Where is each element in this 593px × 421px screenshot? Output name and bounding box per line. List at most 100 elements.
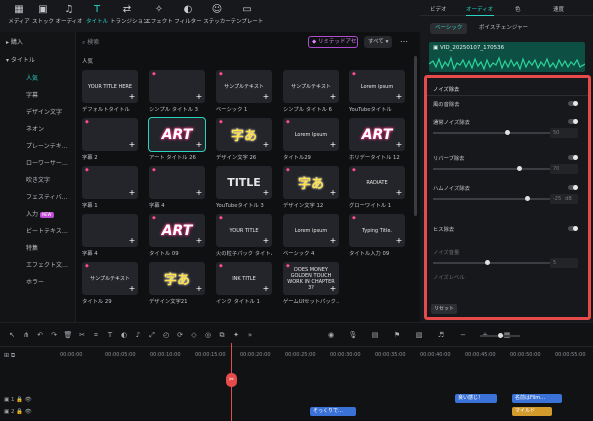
- sidebar-item-design-text[interactable]: デザイン文字: [0, 106, 76, 120]
- title-thumbnail[interactable]: Lorem Ipsum ◆ +: [283, 118, 339, 151]
- select-tool-icon[interactable]: ↖: [6, 329, 18, 341]
- slider-knob[interactable]: [517, 166, 523, 171]
- group-icon[interactable]: ⧉: [216, 329, 228, 341]
- add-icon[interactable]: +: [395, 237, 403, 245]
- keyframe-icon[interactable]: ◇: [188, 329, 200, 341]
- noise-value-field[interactable]: 5: [550, 258, 578, 268]
- toolbar-template[interactable]: ▭ テンプレート: [231, 3, 264, 31]
- title-thumbnail[interactable]: ART +: [349, 118, 405, 151]
- sidebar-item-neon[interactable]: ネオン: [0, 123, 76, 137]
- gallery-scrollbar[interactable]: [414, 56, 417, 216]
- title-tile[interactable]: ◆ + 字幕 4: [149, 166, 205, 211]
- title-thumbnail[interactable]: ART +: [148, 117, 206, 152]
- title-tile[interactable]: + 字幕 4: [82, 214, 138, 259]
- zoom-out-icon[interactable]: −: [457, 329, 469, 341]
- zoom-knob[interactable]: [498, 333, 503, 338]
- title-tile[interactable]: ◆ + 字幕 2: [82, 118, 138, 163]
- zoom-slider[interactable]: [480, 333, 520, 338]
- sidebar-item-effect-text[interactable]: エフェクト文…: [0, 259, 76, 273]
- add-icon[interactable]: +: [395, 93, 403, 101]
- sidebar-item-subtitle[interactable]: 字幕: [0, 89, 76, 103]
- more-options-icon[interactable]: ⋯: [398, 36, 410, 48]
- title-thumbnail[interactable]: サンプルテキスト +: [283, 70, 339, 103]
- noise-value-field[interactable]: 50: [550, 128, 578, 138]
- title-thumbnail[interactable]: ◆ +: [149, 166, 205, 199]
- more-icon[interactable]: »: [244, 329, 256, 341]
- title-tile[interactable]: ART + ホリデータイトル 12: [349, 118, 405, 163]
- toolbar-effect[interactable]: ✧ エフェクト: [145, 3, 173, 31]
- add-icon[interactable]: +: [262, 237, 270, 245]
- title-tile[interactable]: Lorem ipsum ◆ + YouTubeタイトル: [349, 70, 405, 115]
- noise-toggle[interactable]: [568, 119, 578, 124]
- noise-value-field[interactable]: 70: [550, 164, 578, 174]
- add-icon[interactable]: +: [128, 141, 136, 149]
- timeline-clip[interactable]: そっくりで…: [310, 407, 356, 416]
- tab-audio[interactable]: オーディオ: [466, 5, 493, 13]
- add-icon[interactable]: +: [262, 285, 270, 293]
- add-icon[interactable]: +: [195, 93, 203, 101]
- speed-icon[interactable]: ⟳: [174, 329, 186, 341]
- subtab-basic[interactable]: ベーシック: [430, 23, 468, 34]
- voice-icon[interactable]: ♬: [435, 329, 447, 341]
- add-icon[interactable]: +: [395, 189, 403, 197]
- add-icon[interactable]: +: [128, 285, 136, 293]
- redo-icon[interactable]: ↷: [48, 329, 60, 341]
- sidebar-item-callout[interactable]: 吹き文字: [0, 174, 76, 188]
- add-icon[interactable]: +: [329, 141, 337, 149]
- timer-icon[interactable]: ◴: [160, 329, 172, 341]
- title-tile[interactable]: ◆ + 字幕 1: [82, 166, 138, 211]
- color-icon[interactable]: ◐: [118, 329, 130, 341]
- render-icon[interactable]: ◉: [325, 329, 337, 341]
- mic-icon[interactable]: 🎙: [347, 329, 359, 341]
- reset-button[interactable]: リセット: [431, 304, 457, 314]
- noise-toggle[interactable]: [568, 226, 578, 231]
- text-icon[interactable]: T: [104, 329, 116, 341]
- title-tile[interactable]: RADIATE ◆ + グローワイトル 1: [349, 166, 405, 211]
- title-tile[interactable]: サンプルテキスト ◆ + ベーシック 1: [216, 70, 272, 115]
- title-thumbnail[interactable]: サンプルテキスト ◆ +: [82, 262, 138, 295]
- sidebar-item-beat-text[interactable]: ビートテキス…: [0, 225, 76, 239]
- add-icon[interactable]: +: [329, 93, 337, 101]
- undo-icon[interactable]: ↶: [34, 329, 46, 341]
- noise-slider[interactable]: [433, 166, 553, 171]
- add-icon[interactable]: +: [329, 237, 337, 245]
- sidebar-item-typing[interactable]: 入力 NEW: [0, 208, 76, 222]
- add-track-icon[interactable]: ⊞ ⧉: [4, 352, 15, 360]
- title-tile[interactable]: YOUR TITLE HERE + デフォルトタイトル: [82, 70, 138, 115]
- title-thumbnail[interactable]: DOES MONEY GOLDEN TOUCH WORK IN CHAPTER …: [283, 262, 339, 295]
- split-icon[interactable]: ✂: [76, 329, 88, 341]
- title-tile[interactable]: サンプルテキスト ◆ + タイトル 29: [82, 262, 138, 307]
- title-tile[interactable]: 字あ ◆ + デザイン文字 26: [216, 118, 272, 163]
- title-tile[interactable]: Typing Title. ◆ + タイトル入力 09: [349, 214, 405, 259]
- noise-toggle[interactable]: [568, 155, 578, 160]
- search-input[interactable]: ⌕ 検索: [82, 37, 282, 49]
- title-thumbnail[interactable]: Typing Title. ◆ +: [349, 214, 405, 247]
- title-thumbnail[interactable]: INK TITLE ◆ +: [216, 262, 272, 295]
- delete-icon[interactable]: 🗑: [62, 329, 74, 341]
- snapshot-icon[interactable]: ▧: [413, 329, 425, 341]
- add-icon[interactable]: +: [262, 141, 270, 149]
- slider-knob[interactable]: [485, 260, 490, 265]
- title-thumbnail[interactable]: +: [82, 214, 138, 247]
- noise-toggle[interactable]: [568, 101, 578, 106]
- sidebar-item-popular[interactable]: 人気: [0, 72, 76, 86]
- audio-icon[interactable]: ♪: [132, 329, 144, 341]
- ai-icon[interactable]: ✦: [230, 329, 242, 341]
- mask-icon[interactable]: ◎: [202, 329, 214, 341]
- noise-toggle[interactable]: [568, 185, 578, 190]
- add-icon[interactable]: +: [395, 141, 403, 149]
- title-thumbnail[interactable]: RADIATE ◆ +: [349, 166, 405, 199]
- title-thumbnail[interactable]: サンプルテキスト ◆ +: [216, 70, 272, 103]
- title-tile[interactable]: Lorem ipsum + ベーシック 4: [283, 214, 339, 259]
- title-tile[interactable]: 字あ ◆ + デザイン文字 12: [283, 166, 339, 211]
- subtab-voice-changer[interactable]: ボイスチェンジャー: [474, 23, 533, 34]
- transform-icon[interactable]: ⤢: [146, 329, 158, 341]
- title-thumbnail[interactable]: 字あ ◆ +: [283, 166, 339, 199]
- toolbar-title[interactable]: T タイトル: [84, 3, 110, 31]
- title-thumbnail[interactable]: ART ◆ +: [149, 214, 205, 247]
- add-icon[interactable]: +: [128, 93, 136, 101]
- magnet-icon[interactable]: ⋔: [20, 329, 32, 341]
- title-tile[interactable]: ART ◆ + タイトル 09: [149, 214, 205, 259]
- add-icon[interactable]: +: [195, 189, 203, 197]
- track-controls-1[interactable]: ▣ 1 🔒 👁: [4, 397, 32, 403]
